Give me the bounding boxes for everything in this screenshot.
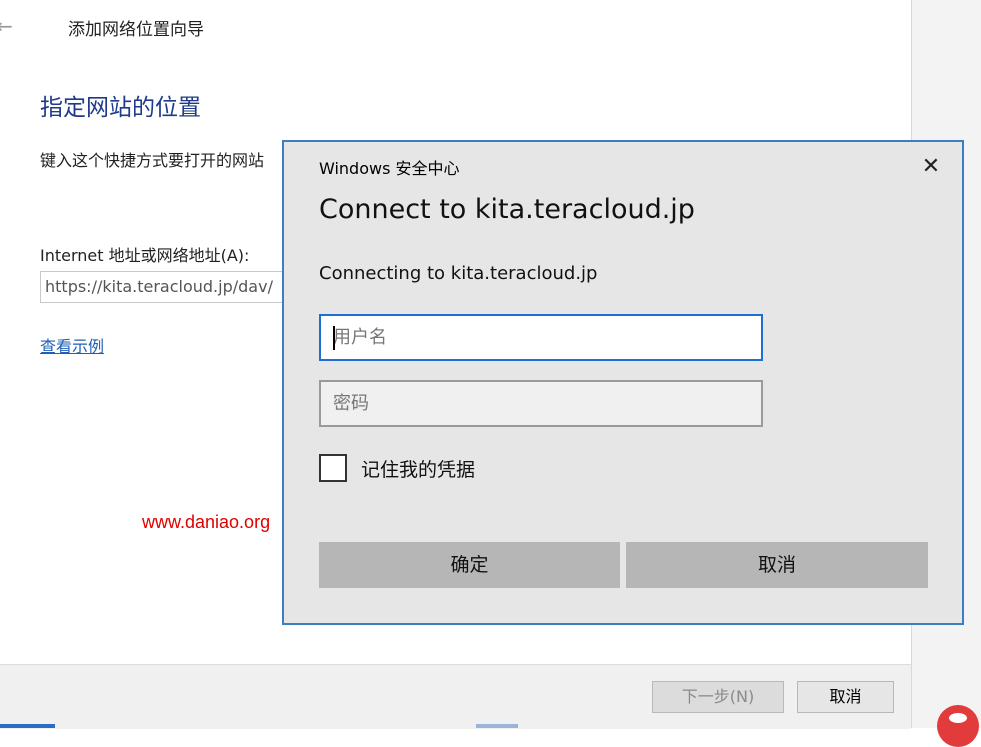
remember-label: 记住我的凭据 bbox=[361, 458, 476, 481]
floating-badge-icon[interactable] bbox=[937, 705, 979, 747]
view-examples-link[interactable]: 查看示例 bbox=[40, 333, 104, 357]
remember-checkbox[interactable] bbox=[319, 454, 347, 482]
ok-button[interactable]: 确定 bbox=[319, 542, 620, 588]
password-input[interactable] bbox=[319, 380, 763, 427]
taskbar-accent bbox=[0, 724, 55, 728]
watermark-text: www.daniao.org bbox=[142, 512, 271, 532]
wizard-cancel-button[interactable]: 取消 bbox=[797, 681, 894, 713]
page-title: 指定网站的位置 bbox=[40, 95, 201, 121]
taskbar-accent-secondary bbox=[476, 724, 518, 728]
badge-face bbox=[949, 713, 967, 723]
remember-credentials[interactable]: 记住我的凭据 bbox=[319, 454, 475, 482]
windows-security-dialog: Windows 安全中心 ✕ Connect to kita.teracloud… bbox=[282, 140, 964, 625]
wizard-title: 添加网络位置向导 bbox=[68, 20, 204, 40]
wizard-footer: 下一步(N) 取消 bbox=[0, 664, 911, 729]
dialog-message: Connecting to kita.teracloud.jp bbox=[319, 263, 598, 284]
arrow-left-icon[interactable]: ← bbox=[0, 14, 13, 38]
text-cursor bbox=[333, 326, 335, 350]
address-label: Internet 地址或网络地址(A): bbox=[40, 246, 250, 265]
dialog-heading: Connect to kita.teracloud.jp bbox=[319, 194, 695, 225]
cancel-button[interactable]: 取消 bbox=[626, 542, 928, 588]
wizard-description: 键入这个快捷方式要打开的网站 bbox=[40, 151, 265, 170]
username-input[interactable] bbox=[319, 314, 763, 361]
dialog-caption: Windows 安全中心 bbox=[319, 159, 460, 178]
close-icon[interactable]: ✕ bbox=[914, 152, 948, 182]
next-button[interactable]: 下一步(N) bbox=[652, 681, 784, 713]
